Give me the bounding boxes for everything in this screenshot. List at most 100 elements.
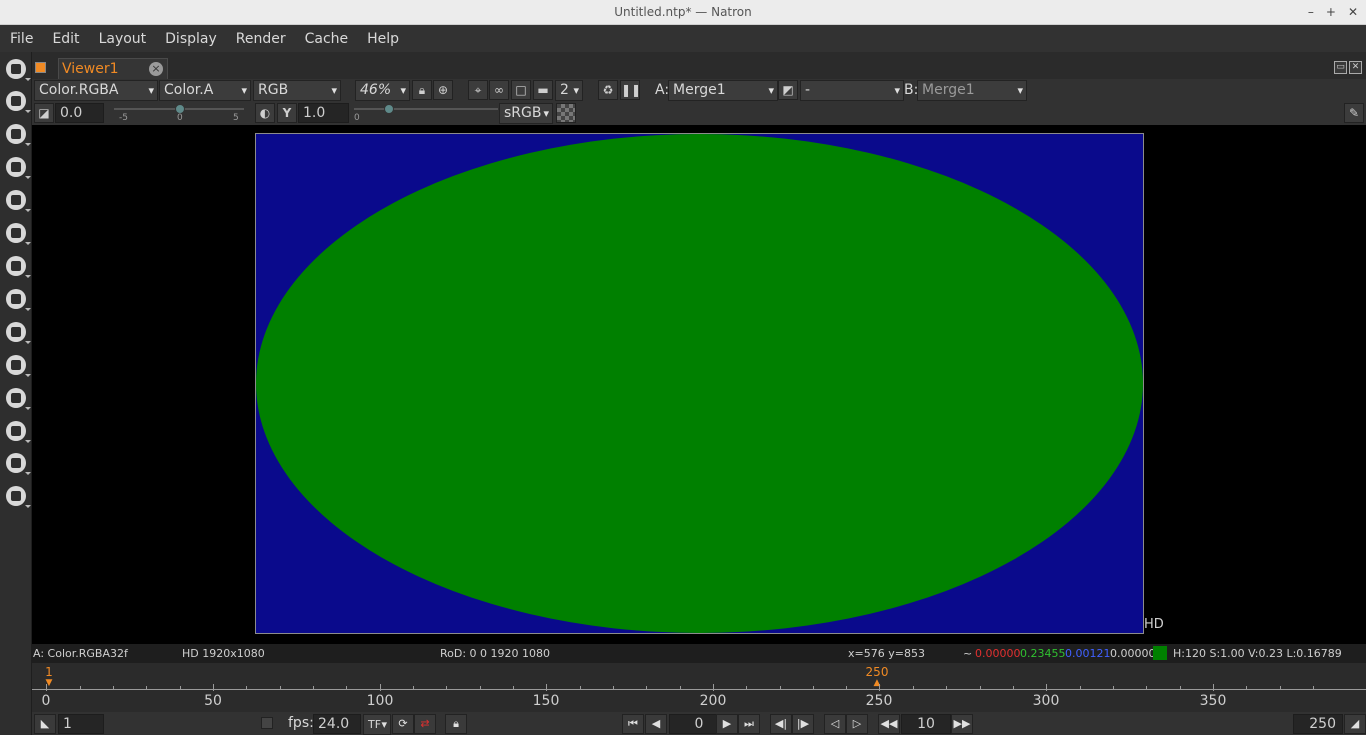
- close-tab-icon[interactable]: ×: [149, 62, 163, 76]
- playback-mode-icon[interactable]: ⟳: [392, 714, 414, 734]
- refresh-icon[interactable]: ♻: [598, 80, 618, 100]
- colorspace-select[interactable]: sRGB: [499, 103, 553, 124]
- timeline-tick: [213, 684, 214, 691]
- project-frame: [255, 133, 1144, 634]
- time-tool-icon[interactable]: [6, 124, 31, 146]
- extra-tool-icon[interactable]: [6, 453, 31, 475]
- timeline-minor-tick: [280, 686, 281, 689]
- composite-op-select[interactable]: -: [800, 80, 904, 101]
- input-a-select[interactable]: Merge1: [668, 80, 778, 101]
- transform-tool-icon[interactable]: [6, 322, 31, 344]
- maximize-button[interactable]: +: [1326, 0, 1336, 25]
- timeline-tick: [1213, 684, 1214, 691]
- first-frame-field[interactable]: 1: [58, 714, 104, 734]
- frame-increment-field[interactable]: 10: [901, 714, 951, 734]
- filter-tool-icon[interactable]: [6, 223, 31, 245]
- close-window-button[interactable]: ✕: [1348, 0, 1358, 25]
- proxy-level-select[interactable]: 2: [555, 80, 583, 101]
- color-picker-icon[interactable]: ✎: [1344, 103, 1364, 123]
- auto-contrast-toggle-icon[interactable]: ◐: [255, 103, 275, 123]
- plugin-tool-icon[interactable]: [6, 486, 31, 508]
- last-frame-field[interactable]: 250: [1293, 714, 1343, 734]
- input-a-label: A:: [655, 82, 670, 98]
- viewer-info-bar: A: Color.RGBA32f HD 1920x1080 RoD: 0 0 1…: [32, 644, 1366, 663]
- next-frame-icon[interactable]: |▶: [792, 714, 814, 734]
- timeline-minor-tick: [113, 686, 114, 689]
- pause-icon[interactable]: ❚❚: [620, 80, 641, 100]
- previous-frame-icon[interactable]: ◀|: [770, 714, 792, 734]
- timeline-minor-tick: [913, 686, 914, 689]
- input-b-select[interactable]: Merge1: [917, 80, 1027, 101]
- gamma-tick: 0: [354, 113, 360, 123]
- gamma-slider[interactable]: 0: [354, 103, 498, 123]
- previous-keyframe-icon[interactable]: ◁: [824, 714, 846, 734]
- set-out-point-icon[interactable]: ◢: [1344, 714, 1366, 734]
- merge-tool-icon[interactable]: [6, 289, 31, 311]
- float-pane-icon[interactable]: ▭: [1334, 61, 1347, 74]
- gmic-tool-icon[interactable]: [6, 421, 31, 443]
- forward-increment-icon[interactable]: ▶▶: [951, 714, 973, 734]
- gamma-toggle-icon[interactable]: Y: [277, 103, 297, 123]
- paint-tool-icon[interactable]: [6, 91, 31, 113]
- roi-icon[interactable]: □: [511, 80, 531, 100]
- gamma-field[interactable]: 1.0: [298, 103, 349, 123]
- loop-mode-icon[interactable]: ⇄: [414, 714, 436, 734]
- display-channels-select[interactable]: RGB: [253, 80, 341, 101]
- auto-contrast-icon[interactable]: ∞: [489, 80, 509, 100]
- gain-slider[interactable]: -5 0 5: [114, 103, 244, 123]
- out-point-label: 250: [865, 665, 889, 679]
- menu-display[interactable]: Display: [165, 31, 217, 47]
- format-info: HD 1920x1080: [182, 647, 265, 660]
- gain-toggle-icon[interactable]: ◪: [34, 103, 54, 123]
- color-tool-icon[interactable]: [6, 190, 31, 212]
- zoom-select[interactable]: 46%: [355, 80, 410, 101]
- turbo-select[interactable]: TF: [363, 714, 391, 735]
- cursor-coords: x=576 y=853: [848, 647, 925, 660]
- keyer-tool-icon[interactable]: [6, 256, 31, 278]
- fps-checkbox[interactable]: [261, 717, 273, 729]
- menu-layout[interactable]: Layout: [99, 31, 147, 47]
- timeline[interactable]: 1 ▼ 250 ▲ 0 50 100 150 200 250 300 350: [32, 663, 1366, 712]
- other-tool-icon[interactable]: [6, 388, 31, 410]
- timeline-tick-label: 50: [204, 693, 222, 709]
- viewer-canvas[interactable]: HD: [32, 125, 1366, 644]
- last-frame-icon[interactable]: ⏭: [738, 714, 760, 734]
- views-tool-icon[interactable]: [6, 355, 31, 377]
- format-label: HD: [1144, 617, 1164, 632]
- tab-viewer1[interactable]: Viewer1 ×: [58, 58, 168, 79]
- next-keyframe-icon[interactable]: ▷: [846, 714, 868, 734]
- alpha-channel-select[interactable]: Color.A: [159, 80, 251, 101]
- lock-zoom-icon[interactable]: 🔒︎: [412, 80, 432, 100]
- checkerboard-icon[interactable]: [556, 103, 576, 123]
- menu-render[interactable]: Render: [236, 31, 286, 47]
- menu-file[interactable]: File: [10, 31, 33, 47]
- channel-tool-icon[interactable]: [6, 157, 31, 179]
- close-pane-icon[interactable]: ✕: [1349, 61, 1362, 74]
- menu-cache[interactable]: Cache: [305, 31, 349, 47]
- window-titlebar: Untitled.ntp* — Natron – + ✕: [0, 0, 1366, 25]
- timeline-tick-label: 300: [1032, 693, 1060, 709]
- fps-field[interactable]: 24.0: [313, 714, 361, 734]
- play-forward-icon[interactable]: ▶: [716, 714, 738, 734]
- composite-icon[interactable]: ◩: [778, 80, 798, 100]
- timeline-minor-tick: [1246, 686, 1247, 689]
- play-backward-icon[interactable]: ◀: [645, 714, 667, 734]
- image-tool-icon[interactable]: [6, 59, 31, 81]
- first-frame-icon[interactable]: ⏮: [622, 714, 644, 734]
- menu-help[interactable]: Help: [367, 31, 399, 47]
- timeline-minor-tick: [946, 686, 947, 689]
- timeline-tick: [879, 684, 880, 691]
- center-viewer-icon[interactable]: ⊕: [433, 80, 453, 100]
- timeline-minor-tick: [446, 686, 447, 689]
- menu-edit[interactable]: Edit: [52, 31, 79, 47]
- set-in-point-icon[interactable]: ◣: [34, 714, 56, 734]
- minimize-button[interactable]: –: [1308, 0, 1314, 25]
- rewind-increment-icon[interactable]: ◀◀: [878, 714, 900, 734]
- lock-frame-range-icon[interactable]: 🔒︎: [445, 714, 467, 734]
- proxy-mode-icon[interactable]: ▬: [533, 80, 553, 100]
- pane-menu-icon[interactable]: [35, 62, 46, 73]
- layer-select[interactable]: Color.RGBA: [34, 80, 158, 101]
- gain-field[interactable]: 0.0: [55, 103, 104, 123]
- clip-to-project-icon[interactable]: ⌖: [468, 80, 488, 100]
- timeline-minor-tick: [680, 686, 681, 689]
